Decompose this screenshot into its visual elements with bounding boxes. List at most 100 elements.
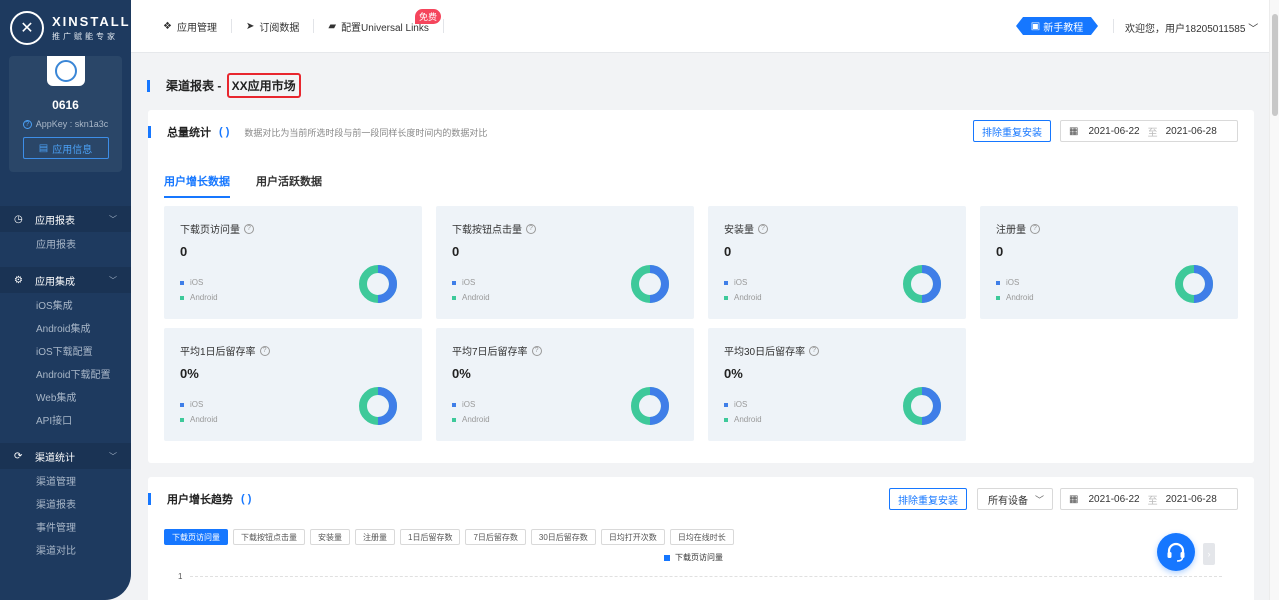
summary-title: 总量统计 (167, 127, 211, 139)
chip-installs[interactable]: 安装量 (310, 529, 350, 545)
legend-android: Android (734, 293, 762, 302)
sidebar-item-web-integration[interactable]: Web集成 (0, 385, 131, 408)
nav-head-integration[interactable]: ⚙ 应用集成 ﹀ (0, 267, 131, 293)
send-icon: ➤ (245, 20, 255, 32)
guide-button-label: 新手教程 (1043, 22, 1084, 34)
legend-ios: iOS (462, 400, 476, 409)
donut-chart (631, 265, 669, 303)
metric-label: 注册量 (996, 225, 1026, 236)
legend-ios: iOS (1006, 278, 1020, 287)
legend-ios: iOS (190, 400, 204, 409)
sidebar-item-android-integration[interactable]: Android集成 (0, 316, 131, 339)
nav-group-app-report: ◷ 应用报表 ﹀ 应用报表 (0, 206, 131, 255)
nav-head-app-report[interactable]: ◷ 应用报表 ﹀ (0, 206, 131, 232)
clock-icon: ◷ (14, 213, 23, 225)
device-select[interactable]: 所有设备 ﹀ (977, 488, 1053, 510)
metric-label: 平均1日后留存率 (180, 347, 256, 358)
chevron-down-icon: ﹀ (109, 451, 117, 461)
sidebar-item-event-manage[interactable]: 事件管理 (0, 515, 131, 538)
xinstall-logo-icon: ✕ (10, 11, 44, 45)
chip-download-button-clicks[interactable]: 下载按钮点击量 (233, 529, 305, 545)
chart-legend[interactable]: 下载页访问量 (664, 552, 723, 563)
refresh-icon[interactable]: ( ) (241, 493, 251, 505)
exclude-duplicate-button[interactable]: 排除重复安装 (973, 120, 1051, 142)
user-menu[interactable]: 欢迎您，用户18205011585 ﹀ (1125, 20, 1258, 35)
chip-daily-online-time[interactable]: 日均在线时长 (669, 529, 734, 545)
calendar-icon: ▦ (1069, 493, 1079, 505)
metric-card: 注册量? 0 iOS Android (980, 206, 1238, 319)
app-info-button[interactable]: ▤ 应用信息 (22, 137, 109, 159)
customer-service-button[interactable] (1157, 533, 1195, 571)
help-icon: ? (22, 119, 32, 129)
date-separator: 至 (1147, 127, 1158, 139)
chevron-right-icon[interactable]: › (1203, 543, 1215, 565)
help-icon[interactable]: ? (531, 345, 542, 356)
nav-head-label: 渠道统计 (35, 452, 75, 464)
metric-value: 0 (452, 244, 460, 259)
metric-label: 平均30日后留存率 (724, 347, 806, 358)
help-icon[interactable]: ? (758, 223, 768, 234)
help-icon[interactable]: ? (1030, 223, 1040, 234)
sidebar-item-channel-compare[interactable]: 渠道对比 (0, 538, 131, 561)
sidebar-item-ios-download-config[interactable]: iOS下载配置 (0, 339, 131, 362)
cube-icon: ❖ (163, 20, 172, 32)
metric-chips: 下载页访问量 下载按钮点击量 安装量 注册量 1日后留存数 7日后留存数 30日… (164, 529, 734, 545)
chip-day7-retention[interactable]: 7日后留存数 (465, 529, 526, 545)
sidebar-item-api[interactable]: API接口 (0, 408, 131, 431)
chevron-down-icon: ﹀ (109, 214, 117, 224)
metric-value: 0% (180, 366, 199, 381)
sidebar-item-channel-report[interactable]: 渠道报表 (0, 492, 131, 515)
refresh-icon[interactable]: ( ) (219, 126, 229, 138)
page-title-highlight: XX应用市场 (226, 73, 301, 98)
date-start: 2021-06-22 (1088, 125, 1140, 137)
top-link-subscribe[interactable]: ➤ 订阅数据 (232, 19, 315, 34)
chip-registrations[interactable]: 注册量 (355, 529, 395, 545)
date-range-picker[interactable]: ▦ 2021-06-22 至 2021-06-28 (1060, 120, 1238, 142)
brand-logo[interactable]: ✕ XINSTALL 推广赋能专家 (0, 0, 131, 56)
metric-value: 0% (452, 366, 471, 381)
top-link-label: 订阅数据 (259, 22, 300, 34)
brand-subtitle: 推广赋能专家 (52, 32, 118, 41)
exclude-duplicate-button[interactable]: 排除重复安装 (889, 488, 967, 510)
date-range-picker[interactable]: ▦ 2021-06-22 至 2021-06-28 (1060, 488, 1238, 510)
chip-daily-opens[interactable]: 日均打开次数 (600, 529, 665, 545)
help-icon[interactable]: ? (259, 345, 270, 356)
sidebar-item-ios-integration[interactable]: iOS集成 (0, 293, 131, 316)
scrollbar-thumb[interactable] (1272, 14, 1278, 116)
help-icon[interactable]: ? (809, 345, 820, 356)
sidebar-item-channel-manage[interactable]: 渠道管理 (0, 469, 131, 492)
help-icon[interactable]: ? (244, 223, 254, 234)
donut-chart (631, 387, 669, 425)
nav-head-channel-stats[interactable]: ⟳ 渠道统计 ﹀ (0, 443, 131, 469)
donut-chart (359, 265, 397, 303)
metric-label: 安装量 (724, 225, 754, 236)
book-icon: ▣ (1030, 20, 1041, 32)
chip-download-page-visits[interactable]: 下载页访问量 (164, 529, 228, 545)
main-content: 渠道报表 - XX应用市场 总量统计 ( ) 数据对比为当前所选时段与前一段同样… (131, 53, 1269, 600)
top-bar: ❖ 应用管理 ➤ 订阅数据 ▰ 配置Universal Links 免费 ▣ 新… (131, 0, 1279, 53)
chip-day30-retention[interactable]: 30日后留存数 (530, 529, 596, 545)
legend-android: Android (1006, 293, 1034, 302)
device-select-value: 所有设备 (988, 495, 1028, 507)
metric-card: 安装量? 0 iOS Android (708, 206, 966, 319)
tab-user-growth[interactable]: 用户增长数据 (164, 173, 230, 198)
nav-head-label: 应用集成 (35, 276, 75, 288)
sidebar-item-app-report[interactable]: 应用报表 (0, 232, 131, 255)
chip-day1-retention[interactable]: 1日后留存数 (400, 529, 461, 545)
metric-card: 平均1日后留存率? 0% iOS Android (164, 328, 422, 441)
page-scrollbar[interactable] (1269, 0, 1279, 600)
app-key-text: AppKey : skn1a3c (35, 119, 109, 129)
app-summary: 0616 ? AppKey : skn1a3c ▤ 应用信息 (9, 56, 122, 172)
sidebar-item-android-download-config[interactable]: Android下载配置 (0, 362, 131, 385)
document-icon: ▤ (38, 142, 49, 154)
guide-button[interactable]: ▣ 新手教程 (1016, 17, 1098, 35)
nav-group-integration: ⚙ 应用集成 ﹀ iOS集成 Android集成 iOS下载配置 Android… (0, 267, 131, 431)
metric-label: 下载页访问量 (180, 225, 240, 236)
legend-android: Android (190, 293, 218, 302)
metric-value: 0% (724, 366, 743, 381)
tab-user-activity[interactable]: 用户活跃数据 (256, 173, 322, 198)
date-end: 2021-06-28 (1165, 125, 1217, 137)
top-link-app-manage[interactable]: ❖ 应用管理 (149, 19, 232, 34)
help-icon[interactable]: ? (526, 223, 536, 234)
metric-card: 平均30日后留存率? 0% iOS Android (708, 328, 966, 441)
